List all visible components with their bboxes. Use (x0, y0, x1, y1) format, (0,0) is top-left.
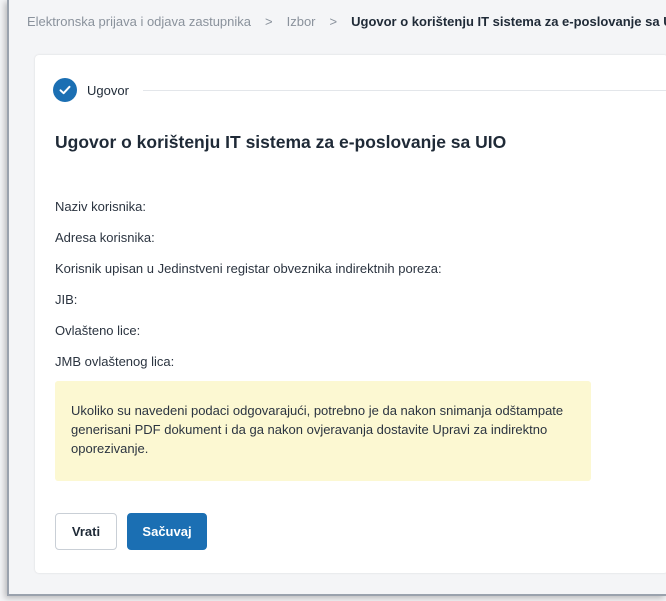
field-jib: JIB: (55, 292, 78, 307)
breadcrumb: Elektronska prijava i odjava zastupnika … (27, 14, 666, 29)
page-title: Ugovor o korištenju IT sistema za e-posl… (55, 132, 507, 152)
breadcrumb-item-current: Ugovor o korištenju IT sistema za e-posl… (351, 14, 666, 29)
field-jmb-ovlastenog-lica: JMB ovlaštenog lica: (55, 354, 175, 369)
check-circle-icon (53, 78, 77, 102)
breadcrumb-item-prijava[interactable]: Elektronska prijava i odjava zastupnika (27, 14, 251, 29)
info-notice: Ukoliko su navedeni podaci odgovarajući,… (55, 381, 591, 481)
app-window: Elektronska prijava i odjava zastupnika … (7, 0, 666, 596)
back-button[interactable]: Vrati (55, 513, 117, 550)
breadcrumb-item-izbor[interactable]: Izbor (287, 14, 316, 29)
step-label: Ugovor (87, 82, 129, 98)
breadcrumb-separator: > (265, 14, 273, 29)
field-registar: Korisnik upisan u Jedinstveni registar o… (55, 261, 442, 276)
contract-card: Ugovor Ugovor o korištenju IT sistema za… (35, 55, 666, 573)
field-ovlasteno-lice: Ovlašteno lice: (55, 323, 141, 338)
notice-text: Ukoliko su navedeni podaci odgovarajući,… (71, 403, 564, 456)
field-adresa-korisnika: Adresa korisnika: (55, 230, 155, 245)
save-button[interactable]: Sačuvaj (127, 513, 207, 550)
field-naziv-korisnika: Naziv korisnika: (55, 199, 147, 214)
breadcrumb-separator: > (329, 14, 338, 29)
step-divider (142, 89, 666, 91)
stepper: Ugovor (53, 77, 666, 103)
